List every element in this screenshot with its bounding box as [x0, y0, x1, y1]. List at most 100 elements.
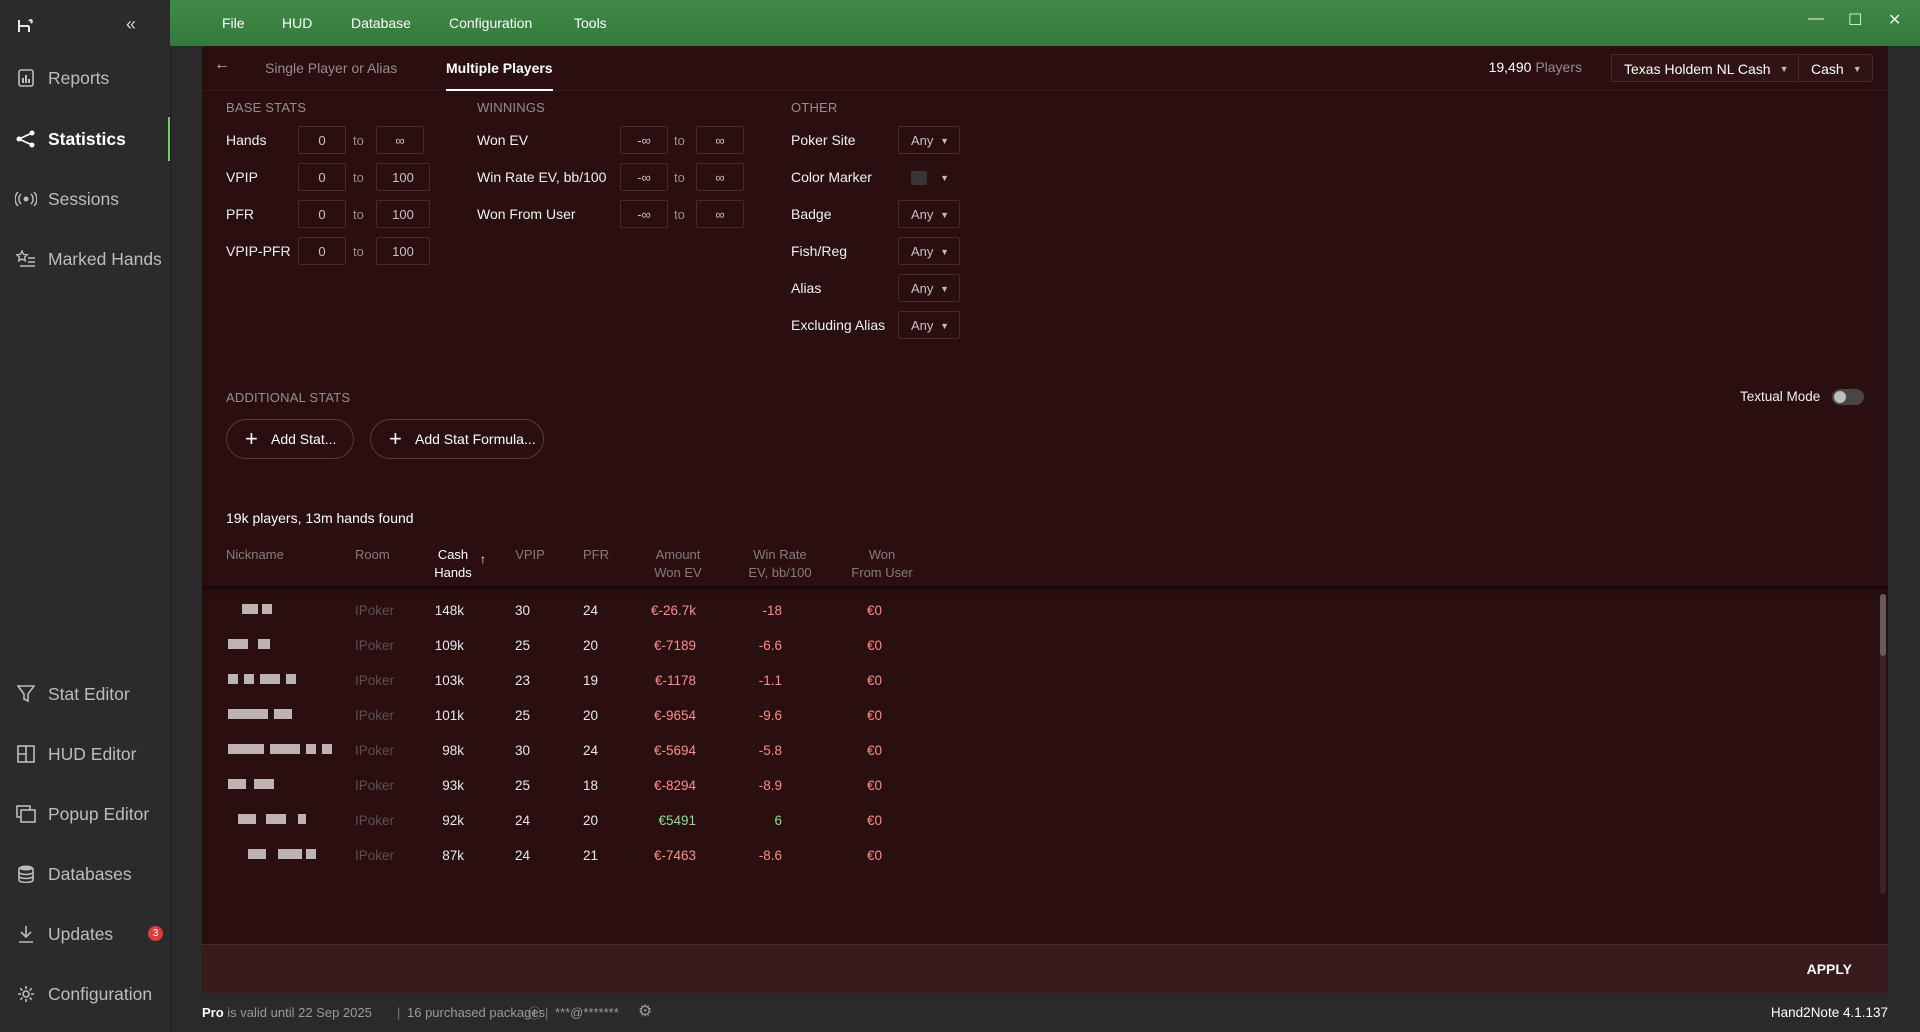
color-marker-dropdown[interactable]: ▼ — [898, 163, 960, 191]
amount-cell: €-9654 — [653, 708, 696, 723]
pfr-from-input[interactable]: 0 — [298, 200, 346, 228]
table-row[interactable]: IPoker 87k 24 21 €-7463 -8.6 €0 — [202, 839, 1862, 874]
col-room[interactable]: Room — [355, 546, 390, 564]
hands-to-input[interactable]: ∞ — [376, 126, 424, 154]
win-rate-from-input[interactable]: -∞ — [620, 163, 668, 191]
table-row[interactable]: IPoker 109k 25 20 €-7189 -6.6 €0 — [202, 629, 1862, 664]
win-rate-to-input[interactable]: ∞ — [696, 163, 744, 191]
sidebar-item-label: Databases — [48, 863, 132, 884]
sidebar-item-configuration[interactable]: Configuration — [0, 972, 170, 1016]
hands-cell: 93k — [442, 778, 464, 793]
won-from-user-from-input[interactable]: -∞ — [620, 200, 668, 228]
sidebar-item-label: Reports — [48, 67, 110, 88]
col-vpip[interactable]: VPIP — [510, 546, 550, 564]
room-cell: IPoker — [355, 848, 395, 863]
sidebar-item-statistics[interactable]: Statistics — [0, 117, 170, 161]
account-settings-icon[interactable]: ⚙ — [638, 1001, 652, 1021]
add-stat-formula-button[interactable]: + Add Stat Formula... — [370, 419, 544, 459]
apply-button[interactable]: APPLY — [1807, 961, 1852, 977]
menu-file[interactable]: File — [222, 0, 245, 46]
sidebar-item-marked-hands[interactable]: Marked Hands — [0, 237, 170, 281]
col-winrate-line2: EV, bb/100 — [748, 565, 812, 580]
nickname-redacted — [244, 674, 254, 684]
sidebar-item-hud-editor[interactable]: HUD Editor — [0, 732, 170, 776]
to-label: to — [353, 244, 364, 259]
badge-dropdown[interactable]: Any ▼ — [898, 200, 960, 228]
pfr-cell: 20 — [582, 708, 598, 723]
vpip-pfr-from-input[interactable]: 0 — [298, 237, 346, 265]
fish-reg-dropdown[interactable]: Any ▼ — [898, 237, 960, 265]
sidebar-item-popup-editor[interactable]: Popup Editor — [0, 792, 170, 836]
textual-mode-label: Textual Mode — [1740, 389, 1821, 404]
col-pfr[interactable]: PFR — [576, 546, 616, 564]
col-cash-hands[interactable]: Cash Hands — [428, 546, 478, 582]
add-stat-button[interactable]: + Add Stat... — [226, 419, 354, 459]
excluding-alias-dropdown[interactable]: Any ▼ — [898, 311, 960, 339]
plus-icon: + — [245, 426, 258, 451]
nickname-redacted — [228, 639, 248, 649]
col-amount-line1: Amount — [655, 547, 701, 562]
win-rate-label: Win Rate EV, bb/100 — [477, 169, 607, 185]
menu-database[interactable]: Database — [351, 0, 411, 46]
license-validity: is valid until 22 Sep 2025 — [227, 1005, 372, 1020]
table-row[interactable]: IPoker 93k 25 18 €-8294 -8.9 €0 — [202, 769, 1862, 804]
sidebar-item-label: HUD Editor — [48, 743, 137, 764]
table-row[interactable]: IPoker 101k 25 20 €-9654 -9.6 €0 — [202, 699, 1862, 734]
to-label: to — [353, 133, 364, 148]
info-icon[interactable]: ⓘ — [528, 1003, 541, 1022]
sidebar-item-databases[interactable]: Databases — [0, 852, 170, 896]
players-table: IPoker 148k 30 24 €-26.7k -18 €0 IPoker … — [202, 594, 1888, 944]
won-ev-to-input[interactable]: ∞ — [696, 126, 744, 154]
sidebar-item-sessions[interactable]: Sessions — [0, 177, 170, 221]
sidebar-item-stat-editor[interactable]: Stat Editor — [0, 672, 170, 716]
vpip-cell: 24 — [514, 848, 530, 863]
col-won-from-user[interactable]: Won From User — [842, 546, 922, 582]
col-won-line2: From User — [851, 565, 913, 580]
amount-cell: €-7189 — [653, 638, 696, 653]
vpip-to-input[interactable]: 100 — [376, 163, 430, 191]
won-ev-from-input[interactable]: -∞ — [620, 126, 668, 154]
room-cell: IPoker — [355, 778, 395, 793]
vpip-label: VPIP — [226, 169, 258, 185]
game-type-dropdown[interactable]: Texas Holdem NL Cash ▼ — [1611, 54, 1800, 82]
textual-mode-toggle[interactable] — [1832, 389, 1864, 405]
menu-hud[interactable]: HUD — [282, 0, 312, 46]
col-won-line1: Won — [868, 547, 896, 562]
won-from-user-to-input[interactable]: ∞ — [696, 200, 744, 228]
hands-cell: 148k — [434, 603, 464, 618]
menu-configuration[interactable]: Configuration — [449, 0, 532, 46]
table-scrollbar[interactable] — [1880, 594, 1886, 894]
nickname-redacted — [262, 604, 272, 614]
col-nickname[interactable]: Nickname — [226, 546, 284, 564]
sidebar-item-updates[interactable]: Updates 3 — [0, 912, 170, 956]
poker-site-dropdown[interactable]: Any ▼ — [898, 126, 960, 154]
plus-icon: + — [389, 426, 402, 451]
menu-tools[interactable]: Tools — [574, 0, 607, 46]
table-row[interactable]: IPoker 103k 23 19 €-1178 -1.1 €0 — [202, 664, 1862, 699]
hands-from-input[interactable]: 0 — [298, 126, 346, 154]
mode-dropdown[interactable]: Cash ▼ — [1798, 54, 1873, 82]
col-amount-won-ev[interactable]: Amount Won EV — [645, 546, 711, 582]
sidebar-item-reports[interactable]: Reports — [0, 56, 170, 100]
pfr-to-input[interactable]: 100 — [376, 200, 430, 228]
minimize-icon[interactable]: — — [1808, 10, 1824, 28]
tab-multiple-players[interactable]: Multiple Players — [446, 60, 553, 91]
collapse-sidebar-icon[interactable]: « — [126, 14, 136, 35]
hands-cell: 98k — [442, 743, 464, 758]
table-row[interactable]: IPoker 92k 24 20 €5491 6 €0 — [202, 804, 1862, 839]
winrate-cell: -8.6 — [758, 848, 782, 863]
table-row[interactable]: IPoker 148k 30 24 €-26.7k -18 €0 — [202, 594, 1862, 629]
hands-cell: 101k — [434, 708, 464, 723]
tab-single-player[interactable]: Single Player or Alias — [265, 60, 397, 76]
col-win-rate[interactable]: Win Rate EV, bb/100 — [740, 546, 820, 582]
vpip-from-input[interactable]: 0 — [298, 163, 346, 191]
close-icon[interactable]: ✕ — [1888, 10, 1901, 30]
sidebar-item-label: Sessions — [48, 188, 120, 209]
alias-dropdown[interactable]: Any ▼ — [898, 274, 960, 302]
vpip-cell: 30 — [514, 743, 530, 758]
table-row[interactable]: IPoker 98k 30 24 €-5694 -5.8 €0 — [202, 734, 1862, 769]
scrollbar-thumb[interactable] — [1880, 594, 1886, 656]
vpip-pfr-to-input[interactable]: 100 — [376, 237, 430, 265]
maximize-icon[interactable]: ☐ — [1848, 10, 1862, 30]
back-arrow-icon[interactable]: ← — [214, 56, 230, 74]
